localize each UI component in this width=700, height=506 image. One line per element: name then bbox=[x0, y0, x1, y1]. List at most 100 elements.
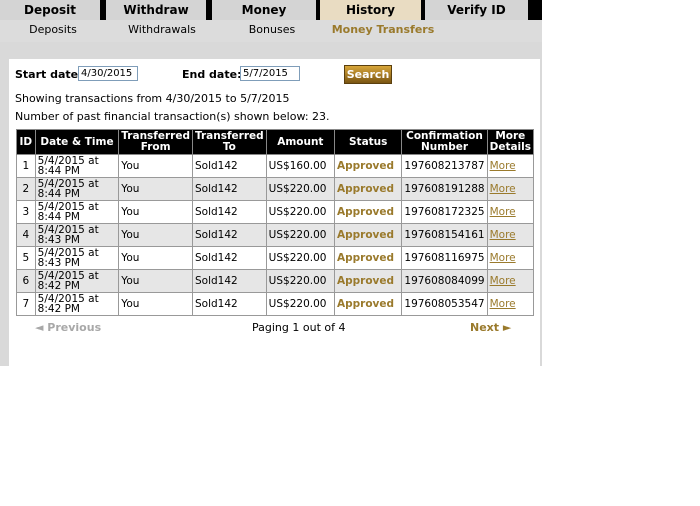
cell-date: 5/4/2015 at 8:44 PM bbox=[34, 177, 120, 201]
cell-to: Sold142 bbox=[191, 246, 267, 270]
cell-status: Approved bbox=[333, 246, 403, 270]
more-link[interactable]: More bbox=[490, 252, 516, 264]
table-header-row: ID Date & Time Transferred From Transfer… bbox=[16, 129, 535, 155]
cell-amount: US$220.00 bbox=[265, 223, 336, 247]
cell-date: 5/4/2015 at 8:44 PM bbox=[34, 154, 120, 178]
start-date-input[interactable] bbox=[78, 66, 138, 81]
table-row: 6 5/4/2015 at 8:42 PM You Sold142 US$220… bbox=[16, 269, 535, 293]
more-link[interactable]: More bbox=[490, 206, 516, 218]
tab-history[interactable]: History bbox=[320, 0, 421, 20]
cell-status: Approved bbox=[333, 154, 403, 178]
table-row: 4 5/4/2015 at 8:43 PM You Sold142 US$220… bbox=[16, 223, 535, 247]
start-date-label: Start date: bbox=[15, 68, 83, 81]
cell-confirmation: 197608084099 bbox=[401, 269, 488, 293]
table-row: 3 5/4/2015 at 8:44 PM You Sold142 US$220… bbox=[16, 200, 535, 224]
more-link[interactable]: More bbox=[490, 229, 516, 241]
cell-id: 6 bbox=[16, 269, 36, 293]
col-status: Status bbox=[333, 129, 403, 155]
cell-id: 5 bbox=[16, 246, 36, 270]
cell-date: 5/4/2015 at 8:43 PM bbox=[34, 246, 120, 270]
cell-from: You bbox=[118, 269, 193, 293]
cell-more: More bbox=[486, 246, 535, 270]
subnav-withdrawals[interactable]: Withdrawals bbox=[120, 20, 204, 42]
table-row: 7 5/4/2015 at 8:42 PM You Sold142 US$220… bbox=[16, 292, 535, 316]
col-amount: Amount bbox=[265, 129, 336, 155]
col-transferred-to: Transferred To bbox=[191, 129, 267, 155]
sub-navigation: Deposits Withdrawals Bonuses Money Trans… bbox=[0, 20, 542, 42]
end-date-label: End date: bbox=[182, 68, 242, 81]
cell-status: Approved bbox=[333, 223, 403, 247]
tab-money-transfer[interactable]: Money Transfer bbox=[212, 0, 316, 37]
cell-confirmation: 197608154161 bbox=[401, 223, 488, 247]
tab-verify-id[interactable]: Verify ID bbox=[425, 0, 528, 20]
cell-date: 5/4/2015 at 8:42 PM bbox=[34, 292, 120, 316]
col-transferred-from: Transferred From bbox=[118, 129, 193, 155]
cell-id: 7 bbox=[16, 292, 36, 316]
cell-from: You bbox=[118, 292, 193, 316]
cell-to: Sold142 bbox=[191, 223, 267, 247]
cell-to: Sold142 bbox=[191, 200, 267, 224]
cell-more: More bbox=[486, 292, 535, 316]
cell-confirmation: 197608172325 bbox=[401, 200, 488, 224]
cell-more: More bbox=[486, 177, 535, 201]
cell-from: You bbox=[118, 200, 193, 224]
col-confirmation-number: Confirmation Number bbox=[401, 129, 488, 155]
cell-status: Approved bbox=[333, 269, 403, 293]
col-date-time: Date & Time bbox=[34, 129, 120, 155]
cell-id: 3 bbox=[16, 200, 36, 224]
subnav-money-transfers[interactable]: Money Transfers bbox=[328, 20, 438, 42]
subnav-bonuses[interactable]: Bonuses bbox=[236, 20, 308, 42]
cell-more: More bbox=[486, 223, 535, 247]
content-gap bbox=[0, 42, 542, 59]
cell-date: 5/4/2015 at 8:44 PM bbox=[34, 200, 120, 224]
cell-to: Sold142 bbox=[191, 269, 267, 293]
left-band bbox=[0, 42, 9, 366]
cell-id: 2 bbox=[16, 177, 36, 201]
cell-from: You bbox=[118, 223, 193, 247]
col-more-details: More Details bbox=[486, 129, 535, 155]
more-link[interactable]: More bbox=[490, 160, 516, 172]
cell-status: Approved bbox=[333, 292, 403, 316]
end-date-input[interactable] bbox=[240, 66, 300, 81]
table-row: 5 5/4/2015 at 8:43 PM You Sold142 US$220… bbox=[16, 246, 535, 270]
more-link[interactable]: More bbox=[490, 183, 516, 195]
paging-indicator: Paging 1 out of 4 bbox=[252, 321, 346, 334]
cell-status: Approved bbox=[333, 200, 403, 224]
range-summary: Showing transactions from 4/30/2015 to 5… bbox=[15, 92, 290, 105]
cell-more: More bbox=[486, 200, 535, 224]
main-tabs: Deposit Withdraw Money Transfer History … bbox=[0, 0, 542, 37]
more-link[interactable]: More bbox=[490, 298, 516, 310]
subnav-deposits[interactable]: Deposits bbox=[20, 20, 86, 42]
more-link[interactable]: More bbox=[490, 275, 516, 287]
cell-confirmation: 197608053547 bbox=[401, 292, 488, 316]
cell-from: You bbox=[118, 246, 193, 270]
cell-to: Sold142 bbox=[191, 177, 267, 201]
cell-more: More bbox=[486, 269, 535, 293]
cell-confirmation: 197608213787 bbox=[401, 154, 488, 178]
cell-to: Sold142 bbox=[191, 292, 267, 316]
cell-date: 5/4/2015 at 8:43 PM bbox=[34, 223, 120, 247]
cell-to: Sold142 bbox=[191, 154, 267, 178]
cell-status: Approved bbox=[333, 177, 403, 201]
cell-amount: US$220.00 bbox=[265, 292, 336, 316]
search-button[interactable]: Search bbox=[344, 65, 392, 84]
cell-amount: US$220.00 bbox=[265, 269, 336, 293]
cell-id: 4 bbox=[16, 223, 36, 247]
cell-amount: US$160.00 bbox=[265, 154, 336, 178]
col-id: ID bbox=[16, 129, 36, 155]
transactions-table: ID Date & Time Transferred From Transfer… bbox=[16, 129, 535, 316]
previous-page-link[interactable]: ◄ Previous bbox=[35, 321, 101, 334]
right-band bbox=[540, 42, 542, 366]
tab-deposit[interactable]: Deposit bbox=[0, 0, 100, 20]
cell-amount: US$220.00 bbox=[265, 246, 336, 270]
cell-confirmation: 197608191288 bbox=[401, 177, 488, 201]
cell-from: You bbox=[118, 154, 193, 178]
cell-more: More bbox=[486, 154, 535, 178]
count-summary: Number of past financial transaction(s) … bbox=[15, 110, 330, 123]
history-panel: Deposit Withdraw Money Transfer History … bbox=[0, 0, 542, 366]
table-row: 2 5/4/2015 at 8:44 PM You Sold142 US$220… bbox=[16, 177, 535, 201]
tab-withdraw[interactable]: Withdraw bbox=[106, 0, 206, 20]
next-page-link[interactable]: Next ► bbox=[470, 321, 511, 334]
table-row: 1 5/4/2015 at 8:44 PM You Sold142 US$160… bbox=[16, 154, 535, 178]
cell-amount: US$220.00 bbox=[265, 177, 336, 201]
